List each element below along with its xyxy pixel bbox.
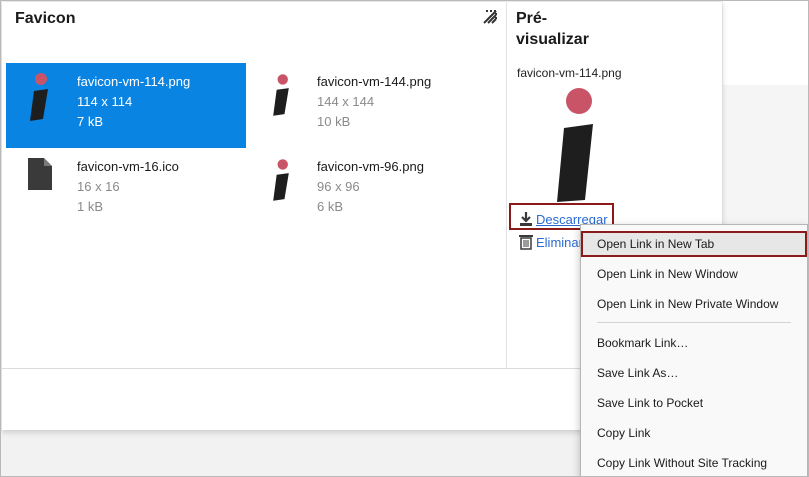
favicon-logo-icon: [273, 74, 289, 116]
favicon-item-144[interactable]: favicon-vm-144.png 144 x 144 10 kB: [246, 63, 486, 148]
context-menu: Open Link in New Tab Open Link in New Wi…: [580, 224, 808, 476]
item-name: favicon-vm-144.png: [317, 74, 432, 89]
panel-divider: [506, 2, 507, 368]
favicon-logo-icon: [30, 73, 48, 121]
favicon-item-16[interactable]: favicon-vm-16.ico 16 x 16 1 kB: [6, 148, 246, 233]
background-page-block: [723, 1, 808, 85]
menu-copy-link[interactable]: Copy Link: [581, 420, 807, 446]
item-filesize: 10 kB: [317, 114, 351, 129]
delete-label: Eliminar: [536, 234, 583, 250]
preview-file-name: favicon-vm-114.png: [517, 66, 622, 80]
menu-copy-link-without-tracking[interactable]: Copy Link Without Site Tracking: [581, 450, 807, 476]
favicon-preview-image: [557, 88, 593, 202]
menu-open-link-private-window[interactable]: Open Link in New Private Window: [581, 291, 807, 317]
item-dimensions: 114 x 114: [77, 94, 133, 109]
trash-icon: [519, 235, 533, 250]
resize-icon[interactable]: [482, 9, 498, 25]
favicon-item-96[interactable]: favicon-vm-96.png 96 x 96 6 kB: [246, 148, 486, 233]
app-window: Favicon favicon-vm-114.png 114 x 114 7 k…: [0, 0, 809, 477]
preview-title-line1: Pré-: [516, 10, 548, 27]
menu-open-link-new-tab[interactable]: Open Link in New Tab: [581, 231, 807, 257]
preview-title-line2: visualizar: [516, 31, 589, 48]
item-dimensions: 16 x 16: [77, 179, 120, 194]
download-icon: [520, 212, 532, 226]
favicon-section-title: Favicon: [15, 10, 76, 27]
item-dimensions: 144 x 144: [317, 94, 375, 109]
item-name: favicon-vm-114.png: [77, 74, 191, 89]
preview-section-title: Pré- visualizar: [516, 8, 636, 50]
item-filesize: 6 kB: [317, 199, 344, 214]
menu-save-link-as[interactable]: Save Link As…: [581, 360, 807, 386]
menu-open-link-new-window[interactable]: Open Link in New Window: [581, 261, 807, 287]
menu-bookmark-link[interactable]: Bookmark Link…: [581, 330, 807, 356]
item-filesize: 7 kB: [77, 114, 104, 129]
favicon-item-114[interactable]: favicon-vm-114.png 114 x 114 7 kB: [6, 63, 246, 148]
item-name: favicon-vm-96.png: [317, 159, 424, 174]
item-name: favicon-vm-16.ico: [77, 159, 179, 174]
file-icon: [28, 158, 52, 190]
menu-save-link-to-pocket[interactable]: Save Link to Pocket: [581, 390, 807, 416]
menu-separator: [597, 322, 791, 323]
favicon-logo-icon: [273, 159, 289, 201]
item-filesize: 1 kB: [77, 199, 104, 214]
delete-link[interactable]: Eliminar: [518, 234, 583, 250]
item-dimensions: 96 x 96: [317, 179, 360, 194]
